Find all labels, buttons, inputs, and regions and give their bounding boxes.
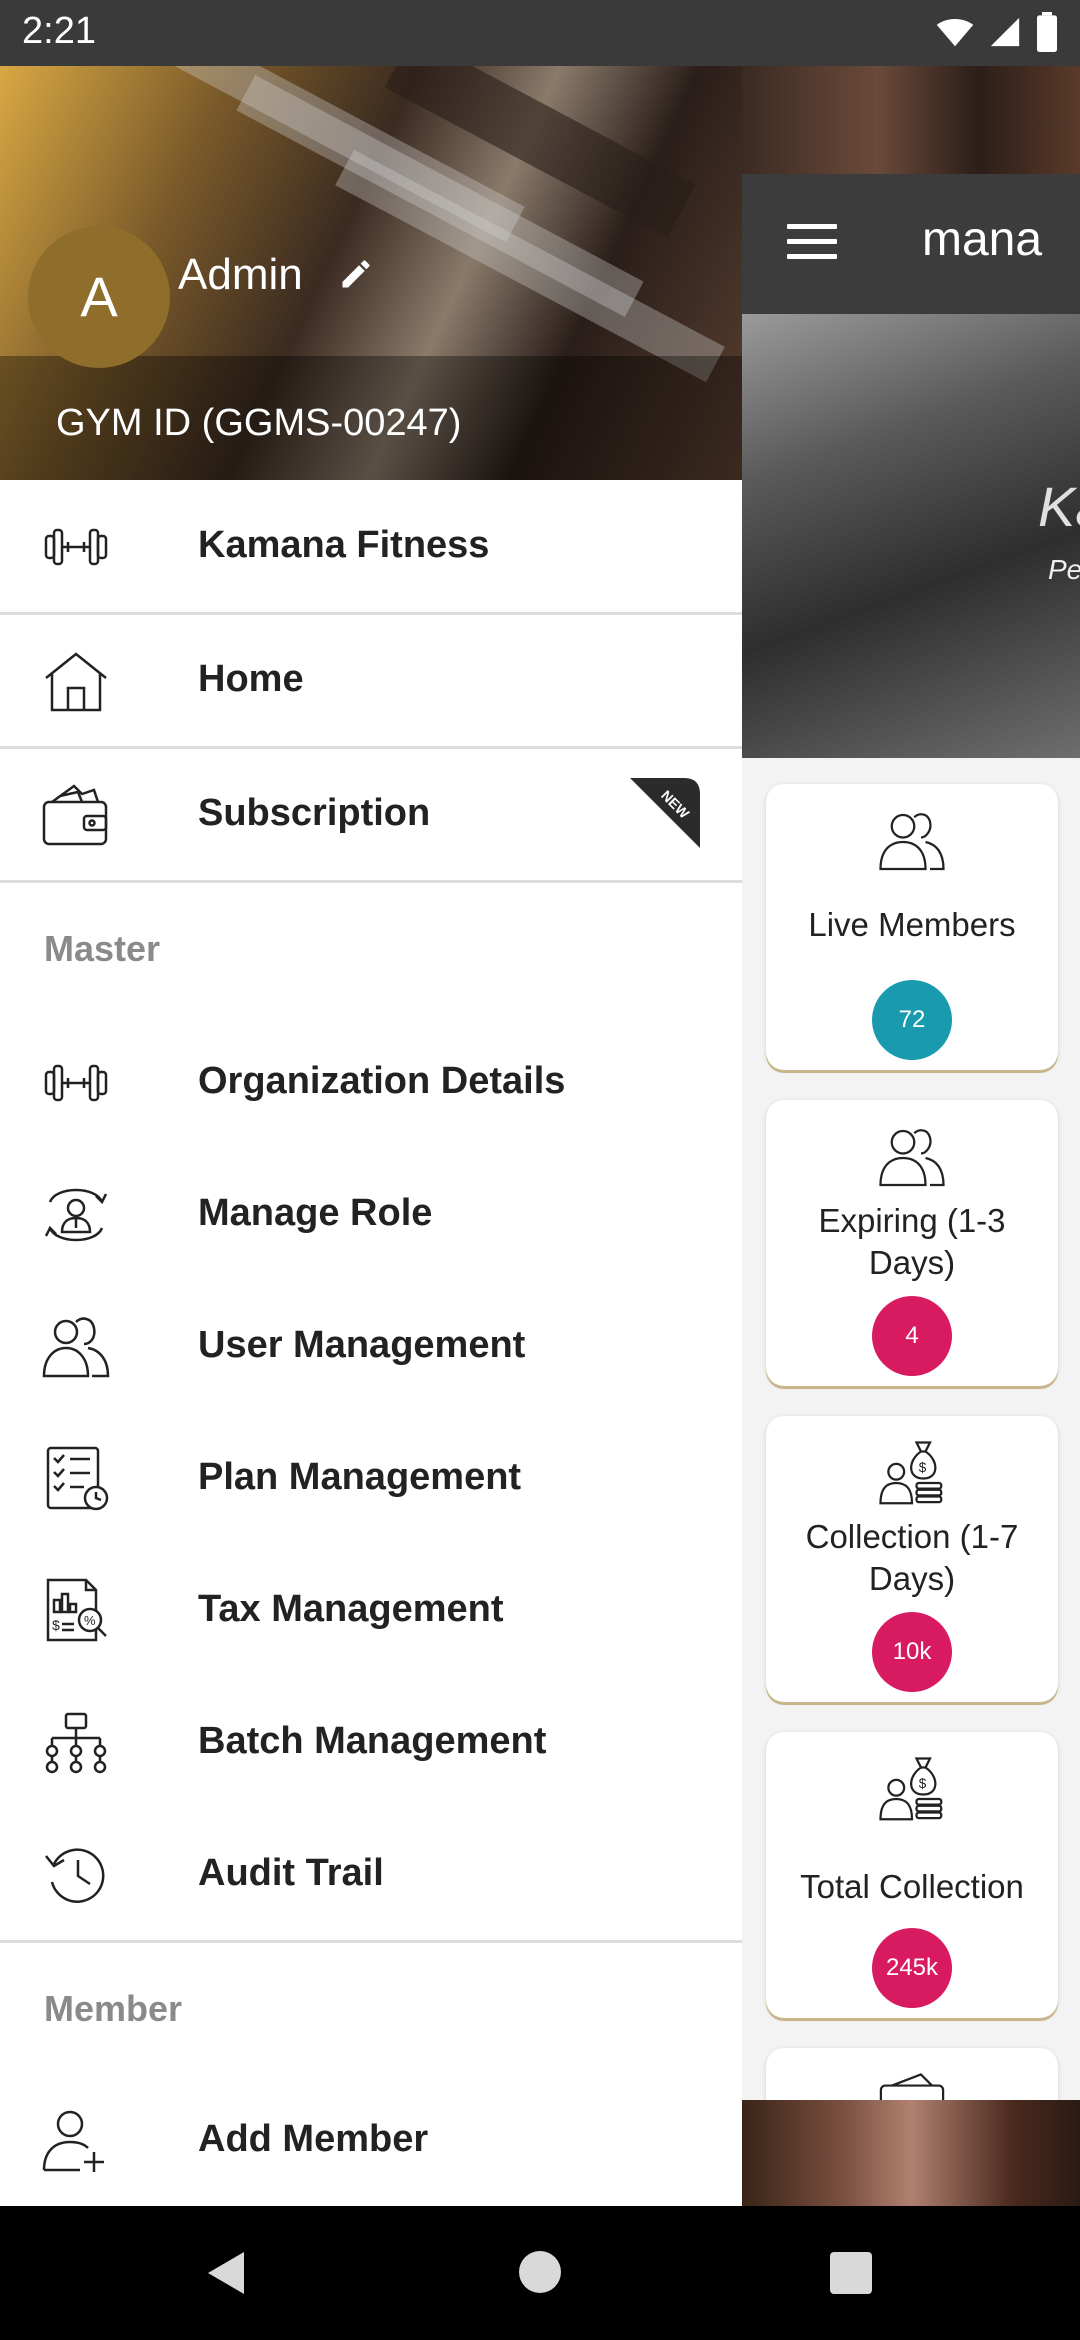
menu-item-label: Add Member [198, 2118, 429, 2160]
back-icon[interactable] [204, 2250, 246, 2296]
hierarchy-icon [45, 1712, 107, 1774]
menu-item-label: Tax Management [198, 1588, 504, 1630]
money-bag-icon: $ [879, 1757, 943, 1821]
stat-badge: 72 [872, 980, 952, 1060]
menu-item-label: Plan Management [198, 1456, 522, 1498]
menu-item-user-management[interactable]: User Management [0, 1280, 742, 1414]
menu-item-label: Batch Management [198, 1720, 547, 1762]
signal-icon [990, 17, 1020, 47]
dumbbell-icon [44, 1064, 108, 1102]
stat-badge: 245k [872, 1928, 952, 2008]
menu-item-label: Organization Details [198, 1060, 566, 1102]
toolbar-title: mana [922, 213, 1043, 266]
menu-item-audit-trail[interactable]: Audit Trail [0, 1808, 742, 1942]
tax-icon: $ % [46, 1578, 107, 1642]
money-bag-icon: $ [879, 1441, 943, 1505]
menu-item-home[interactable]: Home [0, 614, 742, 748]
menu-item-kamana-fitness[interactable]: Kamana Fitness [0, 480, 742, 614]
system-nav-bar [0, 2206, 1080, 2340]
svg-text:$: $ [52, 1617, 60, 1633]
stat-badge: 4 [872, 1296, 952, 1376]
menu-icon[interactable] [787, 224, 837, 260]
role-icon [44, 1188, 108, 1242]
home-icon [45, 652, 107, 712]
menu-item-label: Manage Role [198, 1192, 433, 1234]
user-name: Admin [178, 250, 303, 299]
header-photo [742, 66, 1080, 176]
avatar[interactable]: A [28, 226, 170, 368]
footer-photo [742, 2100, 1080, 2206]
banner-subtitle: Pe [1048, 554, 1080, 585]
status-time: 2:21 [22, 10, 96, 52]
stat-label: Live Members [808, 906, 1016, 943]
menu-item-plan-management[interactable]: Plan Management [0, 1412, 742, 1546]
background-dashboard: mana Ka Pe Live Members 72 Expiring (1-3… [742, 66, 1080, 2206]
stat-card-collection-7[interactable]: $ Collection (1-7 Days) 10k [766, 1416, 1058, 1702]
menu-item-manage-role[interactable]: Manage Role [0, 1148, 742, 1282]
svg-text:$: $ [919, 1776, 927, 1791]
menu-item-add-member[interactable]: Add Member [0, 2074, 742, 2206]
stat-badge: 10k [872, 1612, 952, 1692]
add-user-icon [42, 2110, 104, 2172]
svg-text:$: $ [919, 1460, 927, 1475]
menu-item-label: User Management [198, 1324, 526, 1366]
checklist-icon [46, 1446, 109, 1511]
stat-label: Collection (1-7 Days) [805, 1518, 1019, 1597]
status-icons [936, 12, 1058, 52]
section-title-member: Member [44, 1988, 183, 2029]
status-bar: 2:21 [0, 0, 1080, 66]
recents-icon[interactable] [830, 2252, 872, 2294]
menu-item-tax-management[interactable]: $ % Tax Management [0, 1544, 742, 1678]
navigation-drawer: A Admin GYM ID (GGMS-00247) Kamana Fitne… [0, 66, 742, 2206]
edit-icon[interactable] [338, 256, 374, 292]
divider [0, 1940, 742, 1943]
stat-card-live-members[interactable]: Live Members 72 [766, 784, 1058, 1070]
menu-item-label: Subscription [198, 792, 431, 834]
drawer-header: A Admin GYM ID (GGMS-00247) [0, 66, 742, 480]
wifi-icon [936, 18, 974, 47]
menu-item-label: Kamana Fitness [198, 524, 490, 566]
battery-icon [1037, 12, 1057, 52]
menu-item-organization-details[interactable]: Organization Details [0, 1016, 742, 1150]
menu-item-batch-management[interactable]: Batch Management [0, 1676, 742, 1810]
section-title-master: Master [44, 928, 161, 969]
stat-card-total-collection[interactable]: $ Total Collection 245k [766, 1732, 1058, 2018]
history-icon [45, 1848, 105, 1903]
users-icon [879, 1129, 945, 1187]
banner-image: Ka Pe [742, 314, 1080, 758]
menu-item-label: Audit Trail [198, 1852, 384, 1894]
dumbbell-icon [44, 528, 108, 566]
home-nav-icon[interactable] [518, 2250, 562, 2294]
stat-card-expiring[interactable]: Expiring (1-3 Days) 4 [766, 1100, 1058, 1386]
users-icon [42, 1317, 110, 1378]
menu-item-subscription[interactable]: Subscription NEW [0, 748, 742, 882]
new-badge: NEW [630, 778, 700, 848]
users-icon [879, 813, 945, 871]
wallet-icon [42, 784, 108, 846]
stat-label: Expiring (1-3 Days) [818, 1202, 1006, 1281]
gym-id: GYM ID (GGMS-00247) [56, 402, 462, 444]
menu-item-label: Home [198, 658, 304, 700]
app-toolbar: mana [742, 174, 1080, 314]
svg-text:%: % [84, 1613, 96, 1628]
divider [0, 880, 742, 883]
banner-title: Ka [1038, 475, 1080, 538]
stat-label: Total Collection [800, 1868, 1024, 1905]
